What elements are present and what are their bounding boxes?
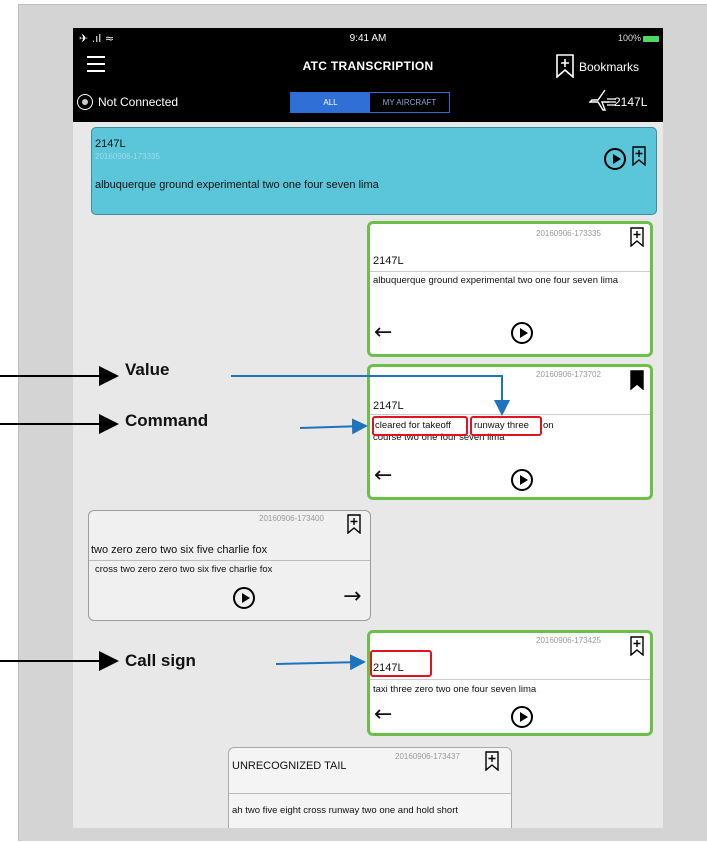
annotation-overlay bbox=[0, 366, 510, 671]
annotation-callsign: Call sign bbox=[125, 651, 196, 670]
annotation-value: Value bbox=[125, 360, 170, 379]
callsign-link-arrow bbox=[275, 654, 366, 671]
annotation-command: Command bbox=[125, 411, 209, 430]
command-link-arrow bbox=[299, 418, 368, 435]
value-link-arrow bbox=[231, 375, 510, 416]
